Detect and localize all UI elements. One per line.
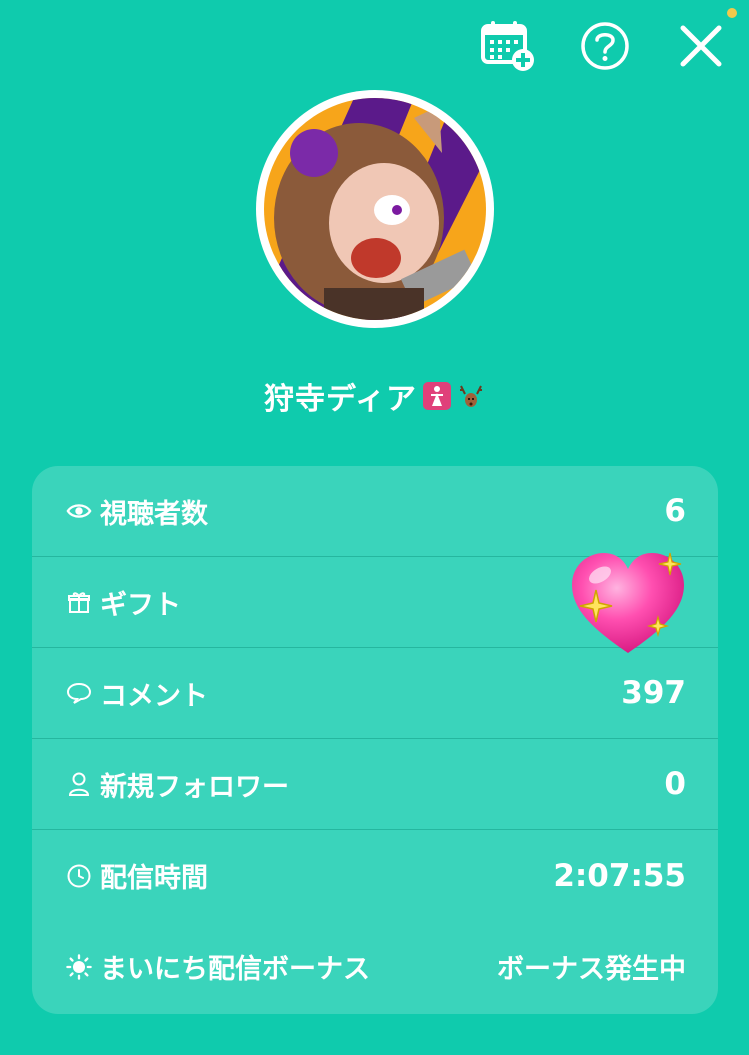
stat-value-comments: 397 xyxy=(621,675,686,711)
username-text: 狩寺ディア xyxy=(264,382,417,417)
avatar-frame[interactable] xyxy=(256,90,494,328)
top-toolbar xyxy=(481,18,729,74)
user-icon xyxy=(66,771,92,797)
stat-row-new-followers: 新規フォロワー 0 xyxy=(32,739,718,830)
stat-label-gifts: ギフト xyxy=(100,589,181,621)
eye-icon xyxy=(66,498,92,524)
stat-value-new-followers: 0 xyxy=(664,766,686,802)
stat-label-viewers: 視聴者数 xyxy=(100,498,208,530)
stat-label-daily-bonus: まいにち配信ボーナス xyxy=(100,954,370,985)
stat-row-viewers: 視聴者数 6 xyxy=(32,466,718,557)
stat-label-new-followers: 新規フォロワー xyxy=(100,771,289,803)
calendar-add-icon xyxy=(481,21,534,71)
avatar xyxy=(264,98,486,320)
sun-icon xyxy=(66,953,92,980)
stat-value-daily-bonus: ボーナス発生中 xyxy=(497,954,686,985)
help-icon xyxy=(581,22,629,70)
sparkling-heart-icon xyxy=(566,545,690,661)
help-button[interactable] xyxy=(577,18,633,74)
stat-label-stream-time: 配信時間 xyxy=(100,863,208,894)
calendar-add-button[interactable] xyxy=(481,18,537,74)
comment-icon xyxy=(66,680,92,706)
close-icon xyxy=(680,25,722,67)
stat-row-stream-time: 配信時間 2:07:55 xyxy=(32,830,718,921)
stat-row-comments: コメント 397 xyxy=(32,648,718,739)
gift-icon xyxy=(66,589,92,615)
username: 狩寺ディア xyxy=(0,374,749,418)
clock-icon xyxy=(66,863,92,889)
notification-dot xyxy=(727,8,737,18)
girl-restroom-emoji xyxy=(422,382,451,410)
close-button[interactable] xyxy=(673,18,729,74)
stat-row-daily-bonus: まいにち配信ボーナス ボーナス発生中 xyxy=(32,921,718,1012)
stat-value-stream-time: 2:07:55 xyxy=(553,857,686,894)
stat-label-comments: コメント xyxy=(100,680,208,712)
deer-emoji xyxy=(457,382,485,410)
stat-value-viewers: 6 xyxy=(664,493,686,529)
